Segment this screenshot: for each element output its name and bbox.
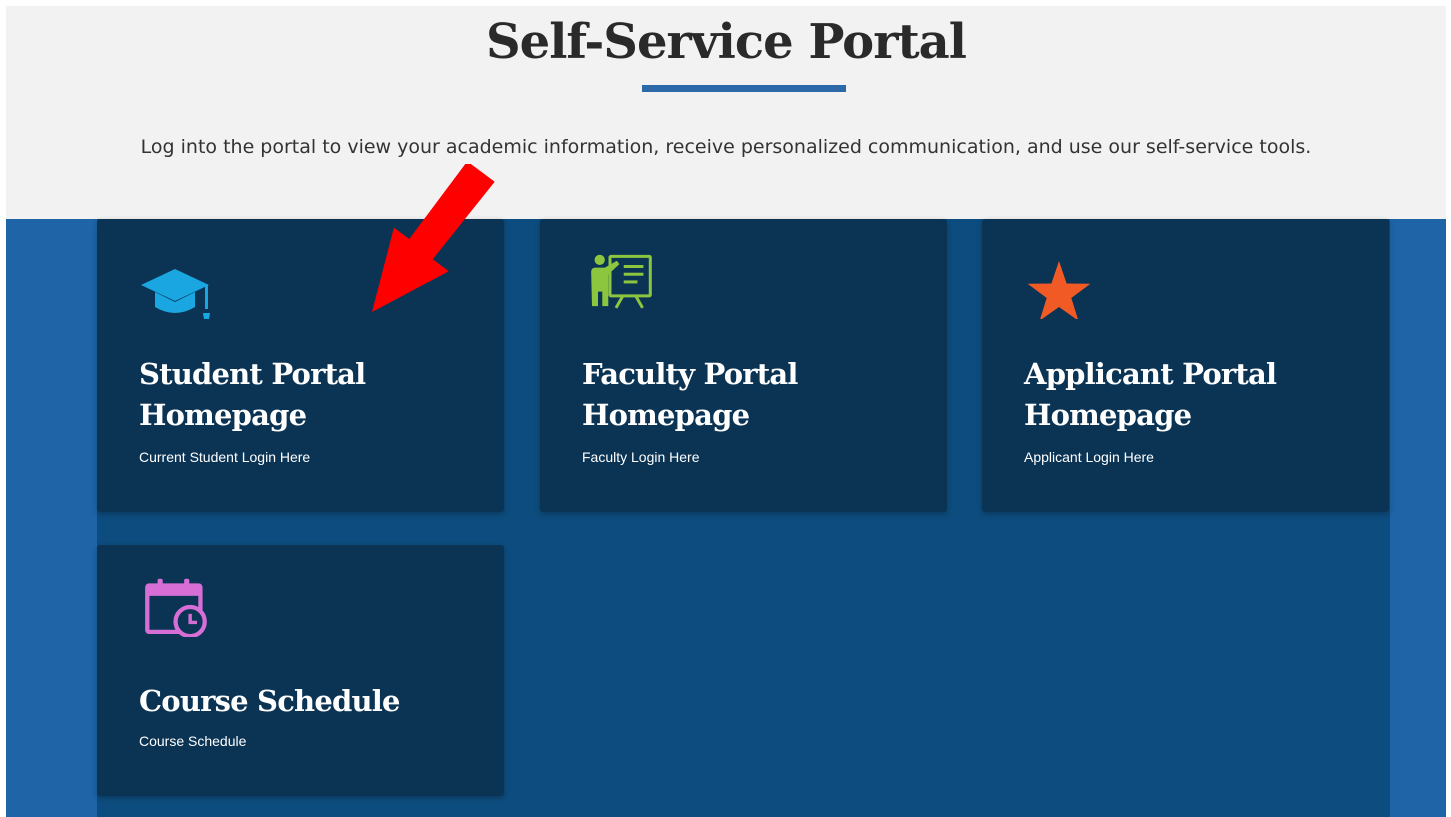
red-arrow-icon [372, 164, 495, 312]
card-title: Student Portal Homepage [139, 357, 366, 432]
faculty-portal-card[interactable]: Faculty Portal Homepage Faculty Login Her… [540, 219, 947, 512]
card-subtitle: Faculty Login Here [582, 449, 700, 465]
course-schedule-card[interactable]: Course Schedule Course Schedule [97, 545, 504, 796]
title-underline [642, 85, 846, 92]
intro-text: Log into the portal to view your academi… [140, 136, 1312, 158]
card-title: Course Schedule [139, 684, 400, 718]
page-title: Self-Service Portal [485, 14, 967, 70]
card-title: Faculty Portal Homepage [582, 357, 798, 432]
card-title: Applicant Portal Homepage [1024, 357, 1277, 432]
card-subtitle: Course Schedule [139, 733, 247, 749]
applicant-portal-card[interactable]: Applicant Portal Homepage Applicant Login… [982, 219, 1389, 512]
star-icon [1027, 261, 1091, 319]
card-subtitle: Applicant Login Here [1024, 449, 1154, 465]
header-section: Self-Service Portal Log into the portal … [6, 6, 1446, 219]
card-subtitle: Current Student Login Here [139, 449, 311, 465]
card-grid: Student Portal Homepage Current Student L… [97, 219, 1390, 817]
graduation-cap-icon [141, 269, 210, 319]
teacher-whiteboard-icon [591, 254, 652, 309]
calendar-clock-icon [145, 578, 207, 637]
